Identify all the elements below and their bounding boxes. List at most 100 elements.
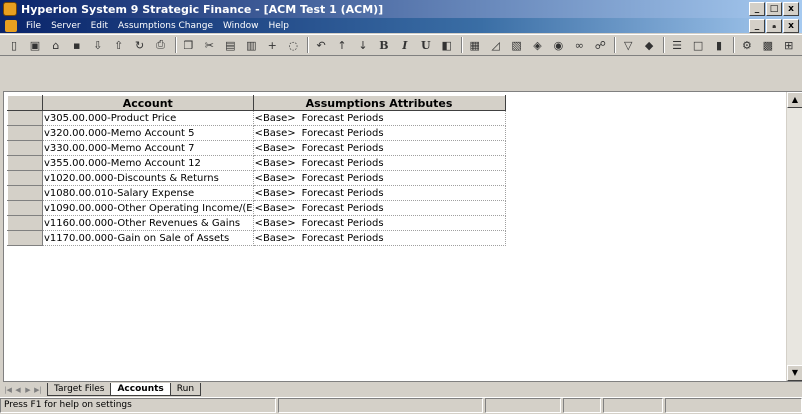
account-cell[interactable]: v1090.00.000-Other Operating Income/(E — [42, 200, 254, 216]
row-header[interactable] — [7, 155, 43, 171]
table-row[interactable]: v355.00.000-Memo Account 12 <Base> Forecas… — [7, 155, 506, 171]
filter-options-icon[interactable]: ◉ — [550, 37, 566, 53]
binoculars-icon[interactable]: ☍ — [592, 37, 608, 53]
tab-nav-next[interactable]: ▶ — [23, 384, 33, 396]
assumption-attribute-cell[interactable]: <Base> Forecast Periods — [253, 215, 506, 231]
vertical-scrollbar[interactable]: ▲ ▼ — [786, 92, 802, 381]
settings-icon[interactable]: ⚙ — [739, 37, 755, 53]
app-icon[interactable] — [3, 2, 17, 16]
tab-nav-prev[interactable]: ◀ — [13, 384, 23, 396]
table-row[interactable]: v1090.00.000-Other Operating Income/(E <B… — [7, 200, 506, 216]
scroll-up-button[interactable]: ▲ — [787, 92, 802, 108]
options-icon[interactable]: ☰ — [669, 37, 685, 53]
import-icon[interactable]: ⇩ — [90, 37, 106, 53]
assumption-attribute-cell[interactable]: <Base> Forecast Periods — [253, 125, 506, 141]
print-icon[interactable]: ⎙ — [153, 37, 169, 53]
row-header-corner[interactable] — [7, 95, 43, 111]
maximize-button[interactable]: □ — [766, 2, 782, 16]
account-cell[interactable]: v305.00.000-Product Price — [42, 110, 254, 126]
new-icon[interactable]: ▯ — [6, 37, 22, 53]
close-button[interactable]: x — [783, 2, 799, 16]
menu-window[interactable]: Window — [218, 19, 264, 33]
paste-special-icon[interactable]: ▥ — [243, 37, 259, 53]
accounts-grid[interactable]: Account Assumptions Attributes v305.00.0… — [3, 91, 802, 382]
menu-help[interactable]: Help — [263, 19, 294, 33]
copy-icon[interactable]: ❐ — [181, 37, 197, 53]
menu-edit[interactable]: Edit — [86, 19, 113, 33]
account-cell[interactable]: v1160.00.000-Other Revenues & Gains — [42, 215, 254, 231]
row-header[interactable] — [7, 125, 43, 141]
italic-icon[interactable]: I — [397, 37, 413, 53]
report-icon[interactable]: ▧ — [509, 37, 525, 53]
table-row[interactable]: v320.00.000-Memo Account 5 <Base> Forecast… — [7, 125, 506, 141]
assumption-attribute-cell[interactable]: <Base> Forecast Periods — [253, 185, 506, 201]
sort-ascending-icon[interactable]: ↑ — [334, 37, 350, 53]
row-header[interactable] — [7, 200, 43, 216]
account-cell[interactable]: v1020.00.000-Discounts & Returns — [42, 170, 254, 186]
save-icon[interactable]: ▪ — [69, 37, 85, 53]
assumption-attribute-cell[interactable]: <Base> Forecast Periods — [253, 140, 506, 156]
clear-icon[interactable]: ◌ — [285, 37, 301, 53]
row-header[interactable] — [7, 170, 43, 186]
account-cell[interactable]: v1170.00.000-Gain on Sale of Assets — [42, 230, 254, 246]
document-icon[interactable] — [5, 19, 17, 32]
account-cell[interactable]: v330.00.000-Memo Account 7 — [42, 140, 254, 156]
account-cell[interactable]: v355.00.000-Memo Account 12 — [42, 155, 254, 171]
underline-icon[interactable]: U — [418, 37, 434, 53]
assumption-attribute-cell[interactable]: <Base> Forecast Periods — [253, 230, 506, 246]
calculator-icon[interactable]: ▩ — [760, 37, 776, 53]
assumption-attribute-cell[interactable]: <Base> Forecast Periods — [253, 110, 506, 126]
row-header[interactable] — [7, 185, 43, 201]
tab-target-files[interactable]: Target Files — [47, 383, 112, 396]
assumption-attribute-cell[interactable]: <Base> Forecast Periods — [253, 170, 506, 186]
filter-icon[interactable]: ◈ — [530, 37, 546, 53]
row-header[interactable] — [7, 230, 43, 246]
chart-icon[interactable]: ◿ — [488, 37, 504, 53]
grid-icon[interactable]: ▦ — [467, 37, 483, 53]
tab-accounts[interactable]: Accounts — [110, 383, 171, 396]
tab-run[interactable]: Run — [169, 383, 202, 396]
row-header[interactable] — [7, 215, 43, 231]
table-row[interactable]: v1170.00.000-Gain on Sale of Assets <Base… — [7, 230, 506, 246]
account-cell[interactable]: v1080.00.010-Salary Expense — [42, 185, 254, 201]
paste-icon[interactable]: ▤ — [222, 37, 238, 53]
bar-chart-icon[interactable]: ▮ — [711, 37, 727, 53]
assumption-attribute-cell[interactable]: <Base> Forecast Periods — [253, 200, 506, 216]
bold-icon[interactable]: B — [376, 37, 392, 53]
link-icon[interactable]: ∞ — [571, 37, 587, 53]
network-icon[interactable]: ⊞ — [781, 37, 797, 53]
dimension-icon[interactable]: ◆ — [641, 37, 657, 53]
row-header[interactable] — [7, 110, 43, 126]
sort-descending-icon[interactable]: ↓ — [355, 37, 371, 53]
funnel-icon[interactable]: ▽ — [620, 37, 636, 53]
refresh-icon[interactable]: ↻ — [132, 37, 148, 53]
menu-server[interactable]: Server — [46, 19, 86, 33]
table-row[interactable]: v1020.00.000-Discounts & Returns <Base> Fo… — [7, 170, 506, 186]
account-cell[interactable]: v320.00.000-Memo Account 5 — [42, 125, 254, 141]
table-row[interactable]: v1080.00.010-Salary Expense <Base> Forecas… — [7, 185, 506, 201]
tab-nav-first[interactable]: |◀ — [3, 384, 13, 396]
table-row[interactable]: v305.00.000-Product Price <Base> Forecast … — [7, 110, 506, 126]
open-folder-icon[interactable]: ⌂ — [48, 37, 64, 53]
menu-assumptions-change[interactable]: Assumptions Change — [113, 19, 218, 33]
scroll-down-button[interactable]: ▼ — [787, 365, 802, 381]
menu-file[interactable]: File — [21, 19, 46, 33]
doc-restore-button[interactable]: ₐ — [766, 18, 782, 33]
undo-icon[interactable]: ↶ — [313, 37, 329, 53]
cut-icon[interactable]: ✂ — [201, 37, 217, 53]
table-row[interactable]: v330.00.000-Memo Account 7 <Base> Forecast… — [7, 140, 506, 156]
minimize-button[interactable]: _ — [749, 2, 765, 16]
window-icon[interactable]: □ — [690, 37, 706, 53]
assumption-attribute-cell[interactable]: <Base> Forecast Periods — [253, 155, 506, 171]
row-header[interactable] — [7, 140, 43, 156]
export-icon[interactable]: ⇧ — [111, 37, 127, 53]
doc-minimize-button[interactable]: _ — [749, 18, 765, 33]
format-icon[interactable]: ◧ — [439, 37, 455, 53]
print-preview-icon[interactable]: ▣ — [27, 37, 43, 53]
column-header-assumptions-attributes[interactable]: Assumptions Attributes — [252, 95, 506, 111]
table-row[interactable]: v1160.00.000-Other Revenues & Gains <Base… — [7, 215, 506, 231]
column-header-account[interactable]: Account — [42, 95, 254, 111]
insert-icon[interactable]: + — [264, 37, 280, 53]
doc-close-button[interactable]: x — [783, 18, 799, 33]
tab-nav-last[interactable]: ▶| — [33, 384, 43, 396]
